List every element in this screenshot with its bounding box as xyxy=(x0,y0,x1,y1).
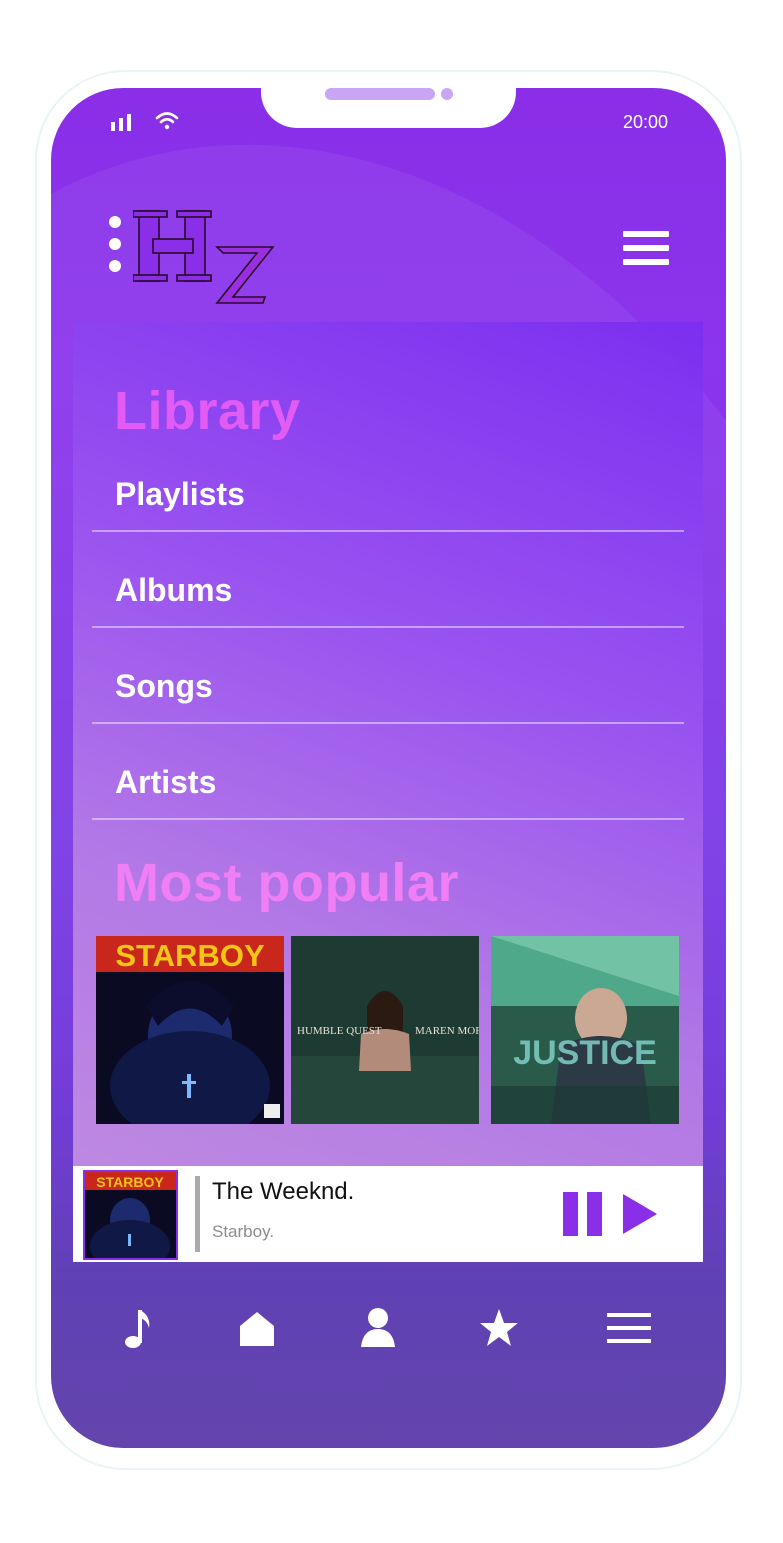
more-options-icon[interactable] xyxy=(109,216,123,282)
library-item-label: Playlists xyxy=(115,476,245,512)
album-cover-humble-quest[interactable]: HUMBLE QUEST MAREN MORRIS xyxy=(291,936,479,1124)
library-item-label: Songs xyxy=(115,668,213,704)
album-cover-text-right: MAREN MORRIS xyxy=(415,1025,479,1037)
camera-dot xyxy=(441,88,453,100)
signal-icon xyxy=(111,114,131,131)
wifi-icon xyxy=(155,112,179,130)
app-screen: 20:00 Library Playlists Albums Songs Art… xyxy=(51,88,726,1448)
home-icon[interactable] xyxy=(227,1298,287,1358)
menu-icon[interactable] xyxy=(599,1298,659,1358)
library-item-songs[interactable]: Songs xyxy=(92,628,684,724)
library-item-label: Albums xyxy=(115,572,233,608)
app-logo xyxy=(133,210,275,304)
library-item-albums[interactable]: Albums xyxy=(92,532,684,628)
now-playing-divider xyxy=(195,1176,200,1252)
album-cover-title: STARBOY xyxy=(115,938,265,973)
library-title: Library xyxy=(114,381,301,441)
library-item-label: Artists xyxy=(115,764,217,800)
album-cover-starboy[interactable]: STARBOY xyxy=(96,936,284,1124)
play-icon[interactable] xyxy=(621,1192,659,1236)
phone-notch xyxy=(261,88,516,128)
album-cover-text-left: HUMBLE QUEST xyxy=(297,1025,382,1037)
library-item-playlists[interactable]: Playlists xyxy=(92,436,684,532)
most-popular-title: Most popular xyxy=(114,853,459,913)
now-playing-artist: The Weeknd. xyxy=(212,1178,355,1205)
now-playing-bar[interactable]: STARBOY The Weeknd. Starboy. xyxy=(73,1166,703,1262)
now-playing-track: Starboy. xyxy=(212,1222,275,1241)
bottom-nav xyxy=(51,1298,726,1378)
pause-icon[interactable] xyxy=(563,1192,607,1236)
speaker-grille xyxy=(325,88,435,100)
now-playing-cover-title: STARBOY xyxy=(96,1174,164,1190)
profile-icon[interactable] xyxy=(348,1298,408,1358)
music-note-icon[interactable] xyxy=(108,1298,168,1358)
album-cover-title: JUSTICE xyxy=(513,1034,657,1072)
status-time: 20:00 xyxy=(622,112,668,132)
hamburger-menu-icon[interactable] xyxy=(623,231,669,271)
library-item-artists[interactable]: Artists xyxy=(92,724,684,820)
album-cover-justice[interactable]: JUSTICE xyxy=(491,936,679,1124)
now-playing-cover[interactable]: STARBOY xyxy=(83,1170,178,1260)
star-icon[interactable] xyxy=(469,1298,529,1358)
